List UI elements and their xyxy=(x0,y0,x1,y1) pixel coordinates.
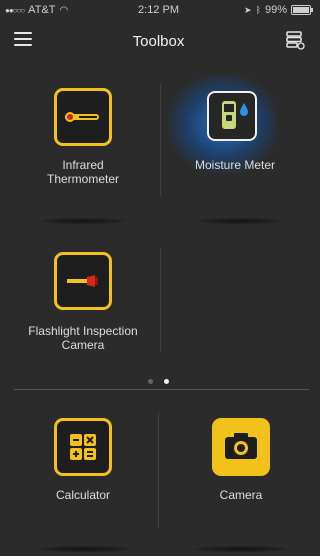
dock-divider-vertical xyxy=(158,412,159,528)
dock-label: Camera xyxy=(219,488,263,502)
tool-moisture-meter[interactable]: Moisture Meter xyxy=(160,84,310,194)
page-dot-2[interactable] xyxy=(163,379,169,384)
grid-divider-vertical xyxy=(160,248,161,353)
tile-shadow xyxy=(42,218,124,224)
tool-infrared-thermometer[interactable]: Infrared Thermometer xyxy=(8,84,158,194)
battery-icon xyxy=(291,5,313,15)
page-title: Toolbox xyxy=(132,33,185,50)
dock-label: Calculator xyxy=(55,488,111,502)
dock-divider xyxy=(14,389,309,390)
location-icon: ➤ xyxy=(244,4,252,15)
tool-label-line1: Flashlight Inspection xyxy=(28,324,138,338)
camera-icon xyxy=(212,418,270,476)
tool-label-line1: Moisture Meter xyxy=(194,158,276,172)
flashlight-icon xyxy=(54,252,112,310)
tool-label-line2: Camera xyxy=(61,338,105,352)
dock-camera[interactable]: Camera xyxy=(166,414,316,514)
moisture-meter-icon xyxy=(207,91,257,141)
page-dot-1[interactable] xyxy=(148,379,154,384)
tool-label: Infrared Thermometer xyxy=(8,158,158,186)
dock-shadow xyxy=(196,546,286,552)
dock-calculator[interactable]: Calculator xyxy=(8,414,158,514)
tool-label-line1: Infrared xyxy=(62,158,104,172)
page-indicator[interactable] xyxy=(0,371,317,389)
layers-settings-icon[interactable] xyxy=(285,30,305,50)
infrared-thermometer-icon xyxy=(54,88,112,146)
dock-shadow xyxy=(40,546,130,552)
tool-label: Moisture Meter xyxy=(160,158,310,172)
battery-percent: 99% xyxy=(264,4,287,16)
calculator-icon xyxy=(54,418,112,476)
bluetooth-icon: ᛒ xyxy=(255,5,261,15)
nav-bar: Toolbox xyxy=(0,22,317,62)
tool-label: Flashlight Inspection Camera xyxy=(8,324,158,352)
tool-flashlight-inspection-camera[interactable]: Flashlight Inspection Camera xyxy=(8,248,158,358)
status-right: ➤ ᛒ 99% xyxy=(244,4,313,16)
tool-label-line2: Thermometer xyxy=(46,172,120,186)
tile-shadow xyxy=(198,218,280,224)
status-bar: ●●○○○ AT&T ◠ 2:12 PM ➤ ᛒ 99% xyxy=(0,0,317,22)
